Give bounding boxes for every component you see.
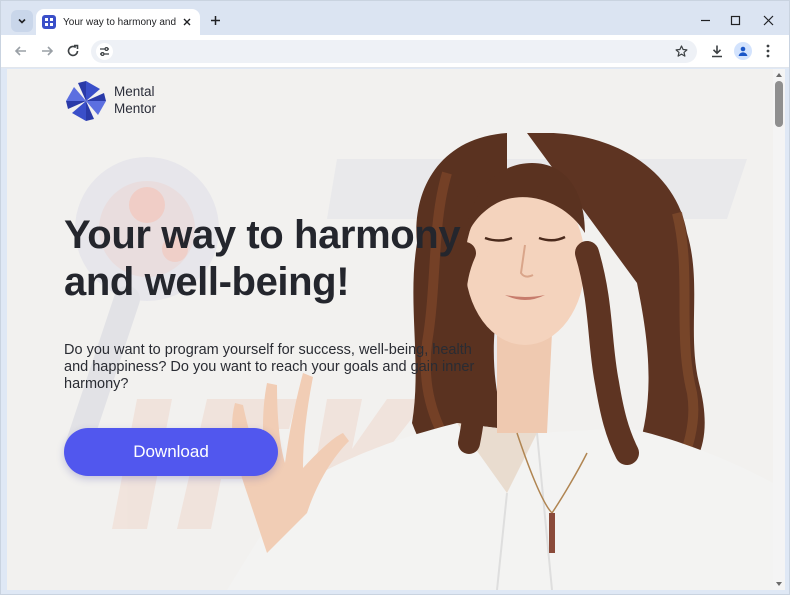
person-icon: [738, 46, 748, 56]
download-icon: [712, 45, 722, 58]
page-viewport: Mental Mentor Your way to harmony and we…: [7, 69, 785, 590]
window-close-button[interactable]: [761, 13, 775, 27]
page-scrollbar[interactable]: [773, 69, 785, 590]
scroll-up-arrow-icon[interactable]: [775, 71, 783, 79]
new-tab-button[interactable]: [207, 12, 223, 28]
download-button[interactable]: Download: [64, 428, 278, 476]
address-bar[interactable]: [91, 40, 697, 63]
bookmark-button[interactable]: [674, 44, 689, 59]
scrollbar-thumb[interactable]: [775, 81, 783, 127]
brand-name: Mental Mentor: [114, 83, 156, 117]
minimize-button[interactable]: [698, 13, 712, 27]
arrow-right-icon: [42, 46, 54, 56]
reload-button[interactable]: [65, 43, 81, 59]
kebab-menu-icon: [766, 44, 770, 58]
maximize-icon: [730, 15, 740, 25]
page-headline: Your way to harmony and well-being!: [64, 212, 494, 306]
tab-close-button[interactable]: [180, 15, 194, 29]
maximize-button[interactable]: [728, 13, 742, 27]
tab-title: Your way to harmony and well-b: [63, 16, 176, 28]
profile-button[interactable]: [734, 42, 752, 60]
mental-mentor-logo-icon: [66, 81, 106, 121]
scroll-down-arrow-icon[interactable]: [775, 580, 783, 588]
back-button[interactable]: [13, 43, 29, 59]
forward-button[interactable]: [39, 43, 55, 59]
tab-active[interactable]: Your way to harmony and well-b: [36, 9, 200, 35]
plus-icon: [210, 15, 220, 25]
reload-icon: [67, 44, 79, 57]
brand-line-1: Mental: [114, 84, 155, 99]
browser-toolbar: [1, 35, 789, 68]
chevron-down-icon: [18, 18, 26, 24]
url-input[interactable]: [121, 43, 671, 60]
tab-strip: Your way to harmony and well-b: [1, 1, 789, 35]
minimize-icon: [700, 19, 710, 21]
arrow-left-icon: [14, 46, 26, 56]
headline-line-2: and well-being!: [64, 260, 350, 304]
close-icon: [183, 18, 191, 26]
close-icon: [763, 15, 773, 25]
headline-line-1: Your way to harmony: [64, 213, 461, 257]
browser-window: Your way to harmony and well-b: [0, 0, 790, 595]
downloads-button[interactable]: [709, 43, 725, 59]
tab-search-button[interactable]: [11, 10, 33, 32]
browser-menu-button[interactable]: [760, 43, 776, 59]
site-info-button[interactable]: [96, 43, 113, 60]
tune-icon: [100, 47, 109, 56]
hero-description: Do you want to program yourself for succ…: [64, 342, 475, 392]
star-icon: [675, 45, 688, 57]
site-favicon-icon: [42, 15, 56, 29]
brand-line-2: Mentor: [114, 101, 157, 116]
